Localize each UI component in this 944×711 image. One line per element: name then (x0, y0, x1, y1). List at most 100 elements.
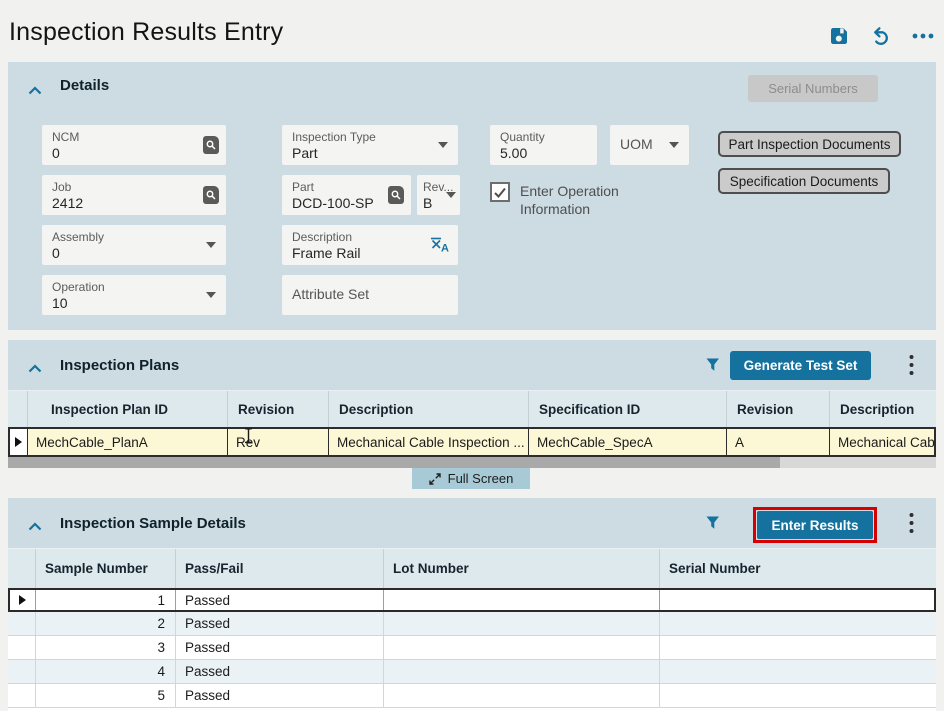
sample-col-lot-number[interactable]: Lot Number (384, 549, 660, 588)
plans-col-specification-id[interactable]: Specification ID (529, 391, 727, 427)
sample-details-header: Inspection Sample Details Enter Results (8, 498, 936, 548)
pass-fail-cell[interactable]: Passed (176, 660, 384, 684)
uom-field[interactable]: UOM (610, 125, 689, 165)
sample-number-cell[interactable]: 2 (36, 612, 176, 636)
inspection-plans-panel: Inspection Plans Generate Test Set Inspe… (8, 340, 936, 468)
plans-horizontal-scrollbar[interactable] (8, 457, 936, 468)
sample-details-section-title: Inspection Sample Details (60, 515, 246, 532)
plans-col-revision[interactable]: Revision (228, 391, 329, 427)
operation-dropdown-caret-icon[interactable] (206, 292, 216, 298)
full-screen-button[interactable]: Full Screen (412, 468, 530, 489)
attribute-set-field[interactable]: Attribute Set (282, 275, 458, 315)
pass-fail-cell[interactable]: Passed (176, 590, 384, 610)
lot-number-cell[interactable] (384, 636, 660, 660)
ncm-field[interactable]: NCM 0 (42, 125, 226, 165)
overflow-menu-icon[interactable] (912, 25, 934, 47)
serial-numbers-button[interactable]: Serial Numbers (748, 75, 878, 102)
inspection-type-dropdown-caret-icon[interactable] (438, 142, 448, 148)
sample-col-sample-number[interactable]: Sample Number (36, 549, 176, 588)
sample-overflow-menu-icon[interactable] (904, 511, 918, 535)
enter-results-button[interactable]: Enter Results (757, 511, 873, 539)
ncm-label: NCM (52, 130, 216, 145)
plans-cell-description[interactable]: Mechanical Cable Inspection ... (329, 429, 529, 455)
details-collapse-chevron-icon[interactable] (28, 82, 42, 100)
save-icon[interactable] (828, 25, 850, 47)
operation-label: Operation (52, 280, 216, 295)
sample-row-5[interactable]: 5 Passed (8, 684, 936, 708)
sample-number-cell[interactable]: 4 (36, 660, 176, 684)
pass-fail-cell[interactable]: Passed (176, 636, 384, 660)
pass-fail-cell[interactable]: Passed (176, 612, 384, 636)
sample-row-4-selector[interactable] (8, 660, 36, 684)
plans-table-row[interactable]: MechCable_PlanA Rev Mechanical Cable Ins… (8, 427, 936, 457)
sample-details-collapse-chevron-icon[interactable] (28, 518, 42, 536)
sample-row-1[interactable]: 1 Passed (8, 588, 936, 612)
lot-number-cell[interactable] (384, 612, 660, 636)
assembly-field[interactable]: Assembly 0 (42, 225, 226, 265)
plans-col-spec-description[interactable]: Description (830, 391, 936, 427)
lot-number-cell[interactable] (384, 660, 660, 684)
plans-col-description[interactable]: Description (329, 391, 529, 427)
sample-row-3[interactable]: 3 Passed (8, 636, 936, 660)
serial-number-cell[interactable] (660, 590, 934, 610)
enter-operation-information-checkbox[interactable]: Enter Operation Information (490, 182, 640, 218)
serial-number-cell[interactable] (660, 684, 936, 708)
plans-scrollbar-thumb[interactable] (8, 457, 780, 468)
sample-row-4[interactable]: 4 Passed (8, 660, 936, 684)
plans-filter-icon[interactable] (706, 358, 720, 372)
pass-fail-cell[interactable]: Passed (176, 684, 384, 708)
part-label: Part (292, 180, 401, 195)
description-field[interactable]: Description Frame Rail A (282, 225, 458, 265)
part-lookup-icon[interactable] (388, 186, 404, 204)
full-screen-label: Full Screen (448, 471, 514, 486)
sample-row-3-selector[interactable] (8, 636, 36, 660)
serial-number-cell[interactable] (660, 660, 936, 684)
rev-field[interactable]: Rev... B (417, 175, 460, 215)
plans-overflow-menu-icon[interactable] (904, 353, 918, 377)
translate-icon[interactable]: A (430, 235, 450, 258)
plans-cell-spec-revision[interactable]: A (727, 429, 830, 455)
checkbox-checked-icon[interactable] (490, 182, 510, 202)
plans-col-spec-revision[interactable]: Revision (727, 391, 830, 427)
serial-number-cell[interactable] (660, 612, 936, 636)
plans-cell-plan-id[interactable]: MechCable_PlanA (28, 429, 228, 455)
inspection-plans-collapse-chevron-icon[interactable] (28, 360, 42, 378)
sample-number-cell[interactable]: 5 (36, 684, 176, 708)
job-lookup-icon[interactable] (203, 186, 219, 204)
plans-cell-spec-description[interactable]: Mechanical Cable (830, 429, 934, 455)
uom-dropdown-caret-icon[interactable] (669, 142, 679, 148)
part-inspection-documents-button[interactable]: Part Inspection Documents (718, 131, 901, 157)
plans-cell-revision[interactable]: Rev (228, 429, 329, 455)
undo-icon[interactable] (870, 25, 892, 47)
details-panel: Details Serial Numbers NCM 0 Inspection … (8, 62, 936, 330)
sample-number-cell[interactable]: 1 (36, 590, 176, 610)
plans-cell-specification-id[interactable]: MechCable_SpecA (529, 429, 727, 455)
sample-row-2-selector[interactable] (8, 612, 36, 636)
assembly-value: 0 (52, 245, 216, 262)
part-value: DCD-100-SP (292, 195, 401, 212)
sample-row-1-selector[interactable] (10, 590, 36, 610)
serial-number-cell[interactable] (660, 636, 936, 660)
plans-header-gutter (8, 391, 28, 427)
specification-documents-button[interactable]: Specification Documents (718, 168, 890, 194)
sample-row-2[interactable]: 2 Passed (8, 612, 936, 636)
operation-field[interactable]: Operation 10 (42, 275, 226, 315)
ncm-lookup-icon[interactable] (203, 136, 219, 154)
part-field[interactable]: Part DCD-100-SP (282, 175, 411, 215)
sample-filter-icon[interactable] (706, 516, 720, 530)
generate-test-set-button[interactable]: Generate Test Set (730, 351, 871, 380)
lot-number-cell[interactable] (384, 684, 660, 708)
sample-row-5-selector[interactable] (8, 684, 36, 708)
plans-row-selector[interactable] (10, 429, 28, 455)
plans-col-inspection-plan-id[interactable]: Inspection Plan ID (28, 391, 228, 427)
lot-number-cell[interactable] (384, 590, 660, 610)
quantity-field[interactable]: Quantity 5.00 (490, 125, 597, 165)
sample-col-serial-number[interactable]: Serial Number (660, 549, 936, 588)
checkbox-label: Enter Operation Information (520, 182, 640, 218)
sample-col-pass-fail[interactable]: Pass/Fail (176, 549, 384, 588)
inspection-type-field[interactable]: Inspection Type Part (282, 125, 458, 165)
sample-number-cell[interactable]: 3 (36, 636, 176, 660)
assembly-dropdown-caret-icon[interactable] (206, 242, 216, 248)
rev-dropdown-caret-icon[interactable] (446, 192, 456, 198)
job-field[interactable]: Job 2412 (42, 175, 226, 215)
